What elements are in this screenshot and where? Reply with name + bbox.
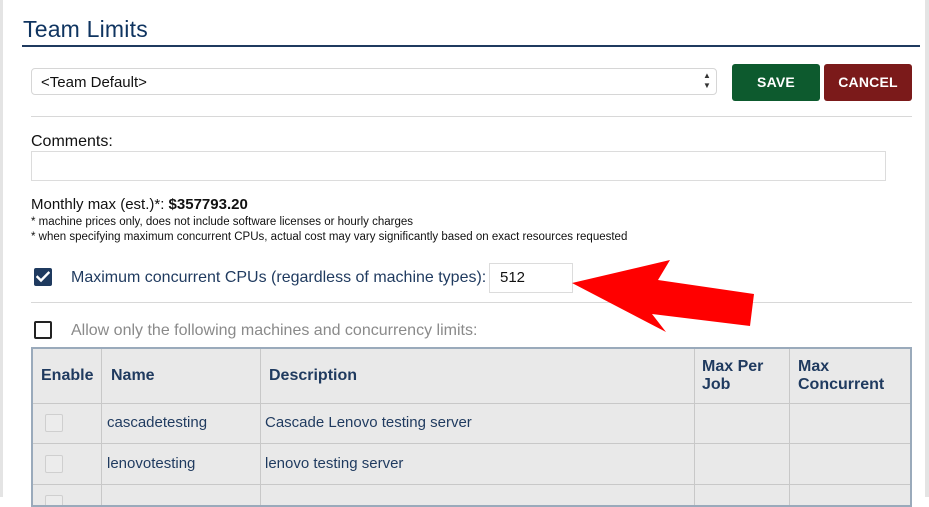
monthly-max-label: Monthly max (est.)*: — [31, 196, 169, 213]
comments-field[interactable] — [31, 151, 886, 181]
pricing-note: * machine prices only, does not include … — [31, 216, 414, 228]
row-description: lenovo testing server — [265, 455, 404, 472]
max-cpus-label: Maximum concurrent CPUs (regardless of m… — [71, 269, 487, 286]
monthly-max: Monthly max (est.)*: $357793.20 — [31, 196, 248, 213]
title-divider — [22, 45, 920, 47]
cancel-button[interactable]: CANCEL — [824, 64, 912, 101]
row-name: cascadetesting — [107, 414, 208, 431]
row-enable-checkbox[interactable] — [45, 414, 63, 432]
row-divider — [33, 443, 910, 444]
checkmark-icon — [36, 271, 50, 283]
row-divider — [33, 484, 910, 485]
red-arrow-annotation-icon — [572, 260, 754, 332]
max-cpus-input[interactable]: 512 — [489, 263, 573, 293]
select-arrows-icon: ▲ ▼ — [703, 71, 711, 90]
divider — [31, 116, 912, 117]
max-cpus-checkbox[interactable] — [34, 268, 52, 286]
cpu-cost-note: * when specifying maximum concurrent CPU… — [31, 231, 628, 243]
row-name: lenovotesting — [107, 455, 196, 472]
header-enable: Enable — [41, 367, 94, 384]
window-frame-left — [0, 0, 3, 497]
divider — [31, 302, 912, 303]
team-select-value: <Team Default> — [41, 74, 147, 91]
save-button[interactable]: SAVE — [732, 64, 820, 101]
allow-machines-label: Allow only the following machines and co… — [71, 322, 478, 339]
comments-label: Comments: — [31, 133, 113, 150]
machines-table: Enable Name Description Max Per Job Max … — [31, 347, 912, 507]
window-frame-right — [925, 0, 929, 497]
team-select[interactable]: <Team Default> ▲ ▼ — [31, 68, 717, 95]
monthly-max-value: $357793.20 — [168, 196, 248, 213]
allow-machines-checkbox[interactable] — [34, 321, 52, 339]
header-name: Name — [111, 367, 155, 384]
page-title: Team Limits — [23, 16, 148, 42]
row-description: Cascade Lenovo testing server — [265, 414, 472, 431]
row-enable-checkbox[interactable] — [45, 455, 63, 473]
header-divider — [33, 403, 910, 404]
header-description: Description — [269, 367, 358, 384]
